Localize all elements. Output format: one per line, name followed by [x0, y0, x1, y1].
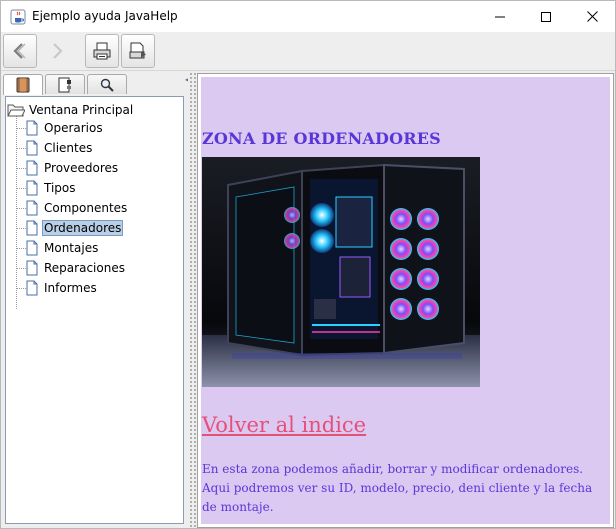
- page-heading: ZONA DE ORDENADORES: [202, 129, 441, 148]
- tree-connector: [16, 248, 26, 249]
- search-icon: [100, 78, 114, 92]
- tree-item-label: Componentes: [44, 201, 128, 215]
- close-button[interactable]: [569, 1, 615, 32]
- topic-page-icon: [26, 120, 38, 136]
- forward-button[interactable]: [39, 34, 73, 68]
- tree-connector: [16, 148, 26, 149]
- tree-root-label: Ventana Principal: [29, 103, 134, 117]
- close-icon: [586, 11, 598, 22]
- tree-connector: [16, 188, 26, 189]
- navigator-tabs: [3, 74, 186, 96]
- topic-page-icon: [26, 280, 38, 296]
- tree-item-label: Operarios: [44, 121, 103, 135]
- content-viewer: ZONA DE ORDENADORES Volver al indice En …: [197, 73, 614, 528]
- page-description: En esta zona podemos añadir, borrar y mo…: [202, 462, 593, 514]
- tree-item-reparaciones[interactable]: Reparaciones: [26, 258, 127, 278]
- title-bar: Ejemplo ayuda JavaHelp: [1, 1, 615, 32]
- tree-item-informes[interactable]: Informes: [26, 278, 99, 298]
- help-navigator: ◀ Ventana Principal Operarios Clientes: [1, 71, 191, 528]
- tree-connector: [16, 208, 26, 209]
- help-window: Ejemplo ayuda JavaHelp Ventana Principal…: [0, 0, 616, 529]
- split-pane-divider[interactable]: [188, 71, 196, 528]
- page-setup-icon: [129, 42, 146, 59]
- tree-item-label: Tipos: [44, 181, 76, 195]
- tab-search[interactable]: [87, 74, 127, 94]
- page-setup-button[interactable]: [121, 34, 155, 68]
- toolbar: [1, 32, 615, 71]
- tree-connector: [16, 288, 26, 289]
- tree-item-label: Montajes: [44, 241, 99, 255]
- tree-item-label: Proveedores: [44, 161, 119, 175]
- maximize-icon: [541, 11, 551, 22]
- print-icon: [93, 42, 111, 60]
- topic-page-icon: [26, 180, 38, 196]
- topic-page-icon: [26, 160, 38, 176]
- index-icon: [58, 77, 71, 92]
- tree-item-ordenadores[interactable]: Ordenadores: [26, 218, 124, 238]
- tab-index[interactable]: [45, 74, 85, 94]
- maximize-button[interactable]: [523, 1, 569, 32]
- folder-open-icon: [7, 104, 25, 117]
- back-button[interactable]: [3, 34, 37, 68]
- tree-item-montajes[interactable]: Montajes: [26, 238, 100, 258]
- tree-item-label: Clientes: [44, 141, 93, 155]
- topic-page-icon: [26, 240, 38, 256]
- minimize-button[interactable]: [477, 1, 523, 32]
- tab-contents[interactable]: [3, 74, 43, 95]
- tree-item-label: Informes: [44, 281, 97, 295]
- tree-connector: [16, 228, 26, 229]
- tree-root[interactable]: Ventana Principal: [7, 101, 133, 119]
- tree-guide: [16, 113, 17, 309]
- forward-arrow-icon: [53, 43, 63, 59]
- book-icon: [16, 77, 30, 93]
- java-cup-icon: [10, 9, 26, 25]
- back-arrow-icon: [13, 43, 26, 59]
- topic-page-icon: [26, 140, 38, 156]
- computer-case-image: [202, 157, 480, 387]
- tree-item-label: Ordenadores: [42, 220, 124, 236]
- tree-item-tipos[interactable]: Tipos: [26, 178, 78, 198]
- minimize-icon: [495, 16, 505, 17]
- topic-page-icon: [26, 200, 38, 216]
- back-to-index-link[interactable]: Volver al indice: [202, 413, 366, 437]
- tree-item-proveedores[interactable]: Proveedores: [26, 158, 120, 178]
- tree-connector: [16, 168, 26, 169]
- tree-item-label: Reparaciones: [44, 261, 125, 275]
- topic-page-icon: [26, 260, 38, 276]
- tree-item-componentes[interactable]: Componentes: [26, 198, 129, 218]
- print-button[interactable]: [85, 34, 119, 68]
- topic-page-icon: [26, 220, 38, 236]
- tree-item-clientes[interactable]: Clientes: [26, 138, 94, 158]
- tree-connector: [16, 268, 26, 269]
- contents-tree: Ventana Principal Operarios Clientes Pro…: [5, 96, 184, 524]
- window-title: Ejemplo ayuda JavaHelp: [32, 9, 178, 23]
- tree-connector: [16, 128, 26, 129]
- tree-item-operarios[interactable]: Operarios: [26, 118, 105, 138]
- help-page: ZONA DE ORDENADORES Volver al indice En …: [201, 77, 610, 524]
